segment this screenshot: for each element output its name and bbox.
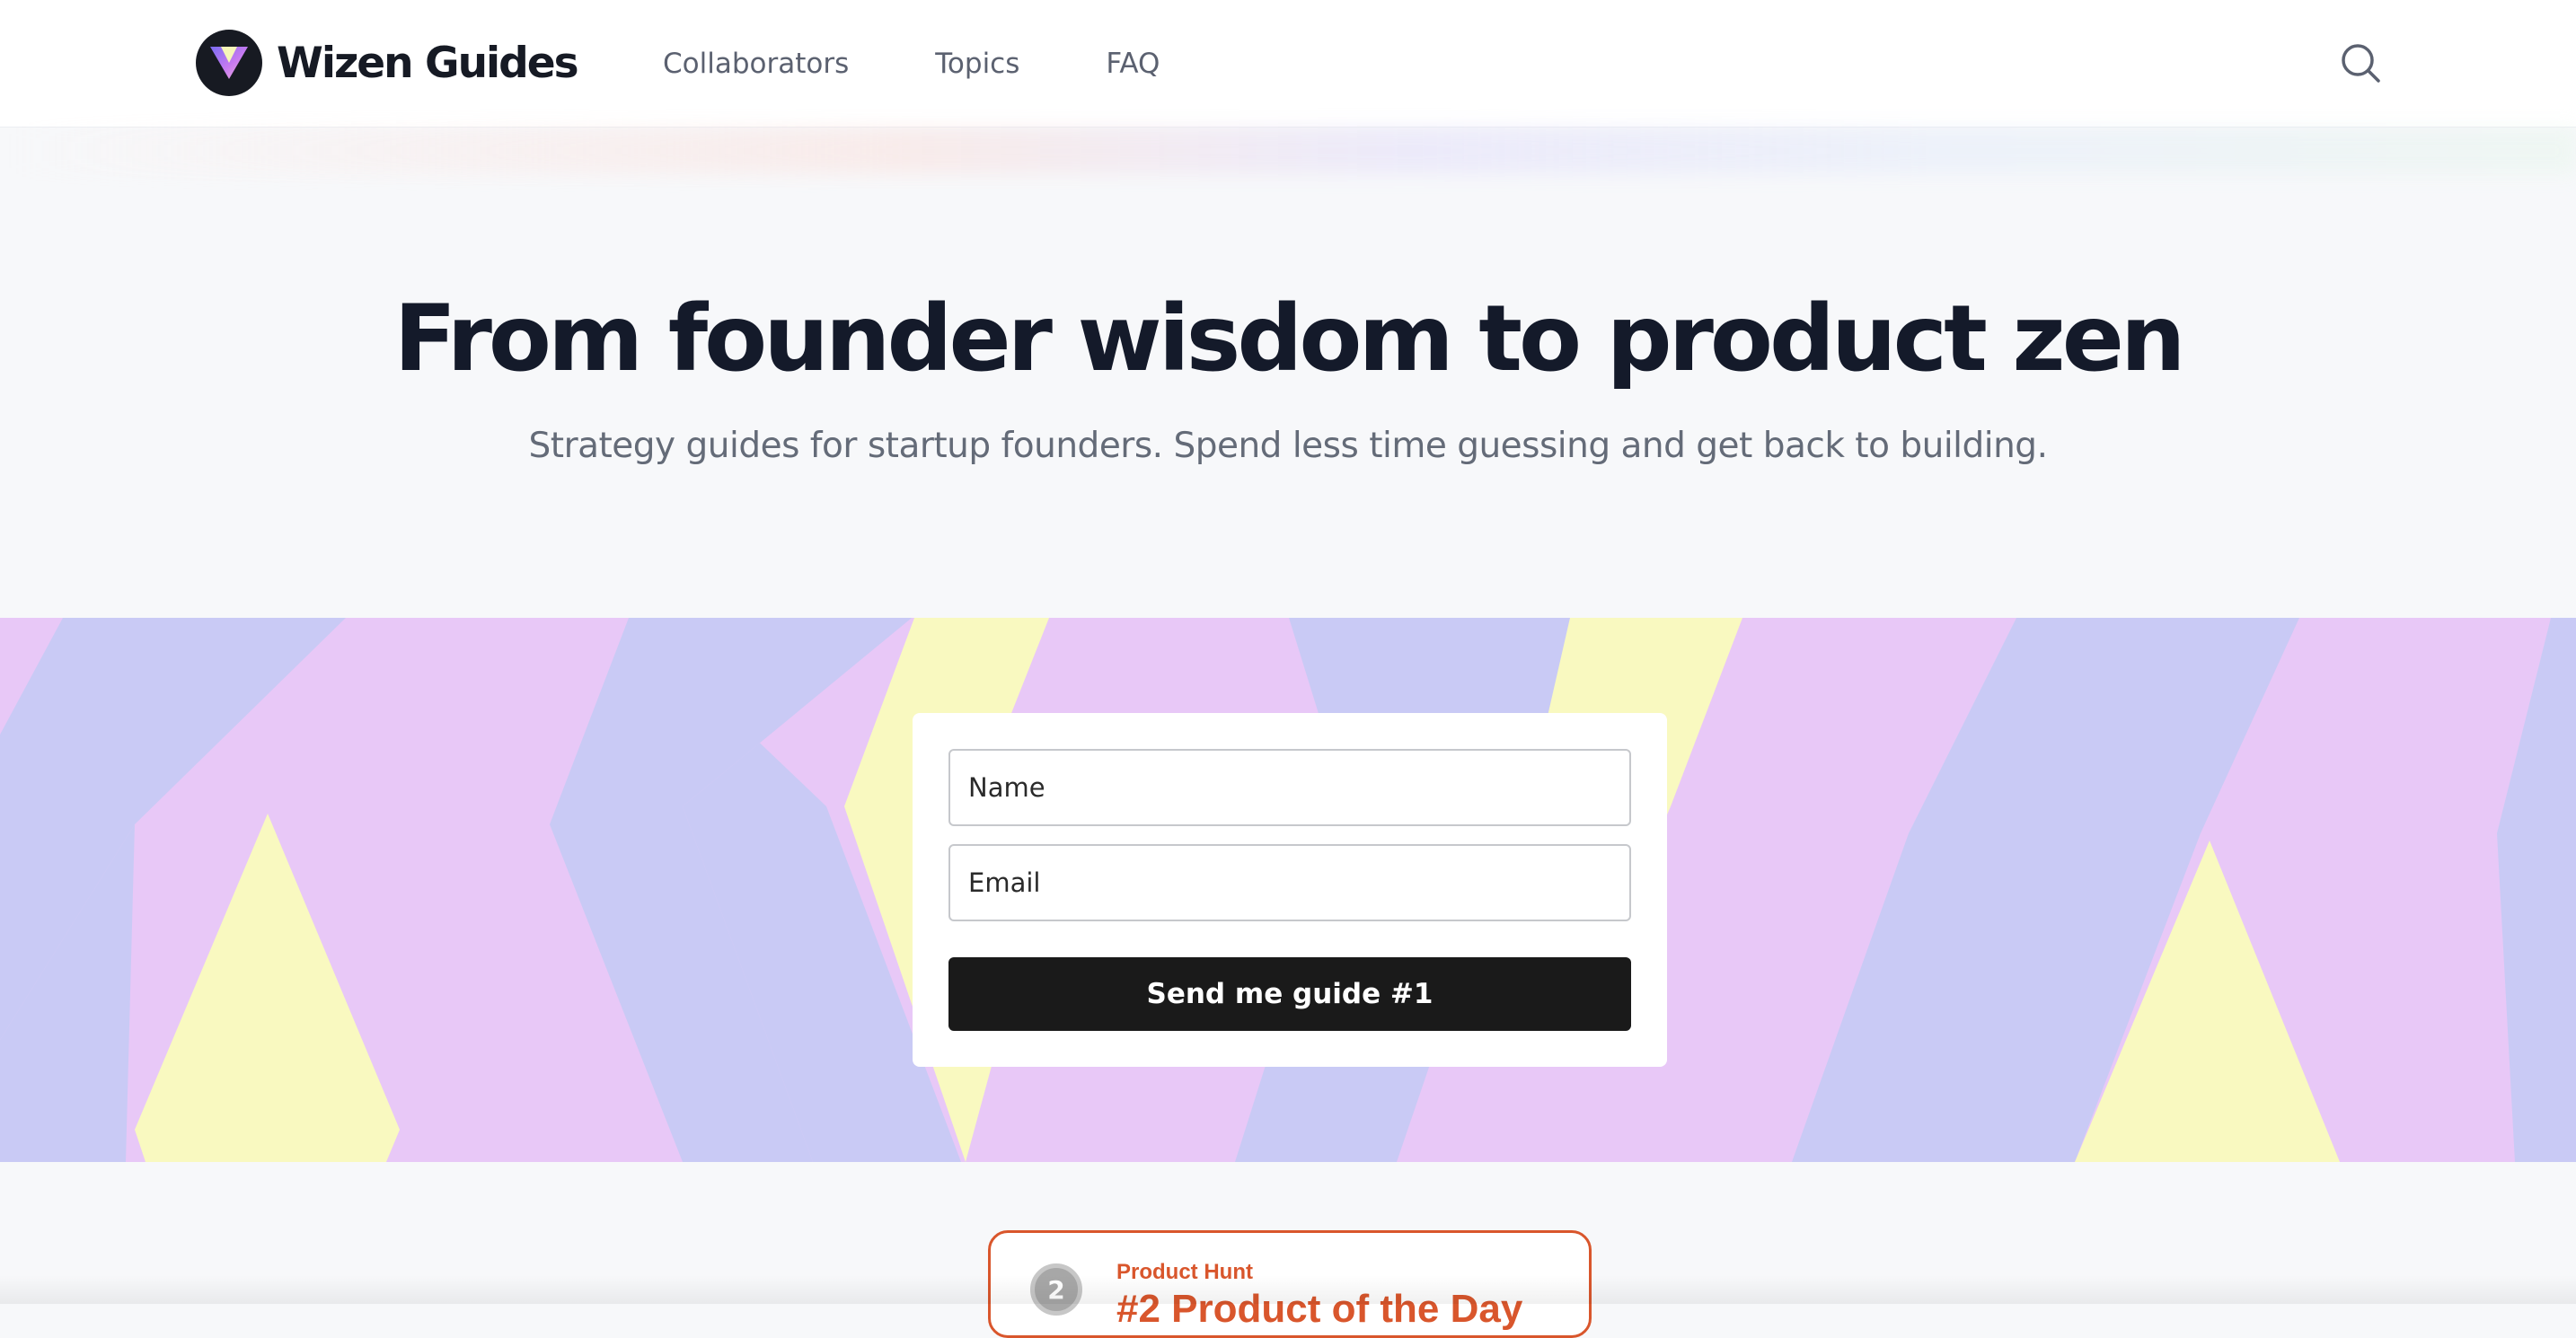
nav-collaborators[interactable]: Collaborators: [663, 48, 849, 80]
email-field[interactable]: [948, 844, 1631, 921]
pattern-band: Send me guide #1: [0, 618, 2576, 1162]
brand-name: Wizen Guides: [277, 38, 579, 88]
send-guide-button[interactable]: Send me guide #1: [948, 957, 1631, 1031]
header-glow: [0, 128, 2576, 174]
wizen-w-logo-icon: [196, 30, 262, 96]
name-field[interactable]: [948, 749, 1631, 826]
hero-title: From founder wisdom to product zen: [393, 286, 2185, 392]
nav-faq[interactable]: FAQ: [1106, 48, 1160, 80]
main-nav: Collaborators Topics FAQ: [663, 0, 1246, 128]
brand-logo-link[interactable]: Wizen Guides: [196, 30, 579, 96]
hero-subtitle: Strategy guides for startup founders. Sp…: [528, 426, 2048, 466]
bottom-shadow: [0, 1275, 2576, 1304]
nav-topics[interactable]: Topics: [935, 48, 1019, 80]
search-icon: [2342, 44, 2380, 83]
search-button[interactable]: [2339, 41, 2382, 84]
site-header: Wizen Guides Collaborators Topics FAQ: [0, 0, 2576, 128]
signup-form: Send me guide #1: [913, 713, 1667, 1067]
